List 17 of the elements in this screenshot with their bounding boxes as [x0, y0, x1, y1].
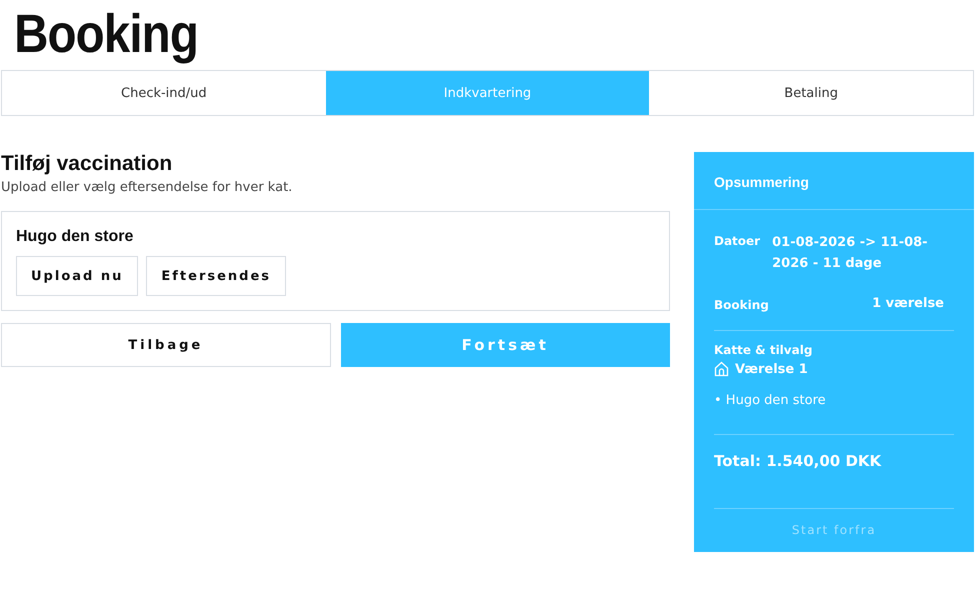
- booking-value: 1 værelse: [872, 296, 945, 312]
- cat-item: • Hugo den store: [714, 393, 827, 408]
- dates-label: Datoer: [714, 233, 760, 250]
- room-name: Værelse 1: [735, 362, 808, 376]
- option-button[interactable]: Eftersendes: [146, 256, 286, 296]
- house-icon: [714, 361, 729, 377]
- summary-title: Opsummering: [714, 174, 809, 190]
- section-description: Upload eller vælg eftersendelse for hver kat.: [1, 180, 294, 195]
- cat-name: Hugo den store: [16, 228, 134, 246]
- extras-label: Katte & tilvalg: [714, 343, 814, 357]
- page-title: Booking: [13, 3, 199, 66]
- section-title: Tilføj vaccination: [1, 152, 174, 176]
- back-button[interactable]: Tilbage: [1, 323, 330, 367]
- booking-label: Booking: [714, 297, 769, 312]
- total-price: Total: 1.540,00 DKK: [714, 452, 882, 470]
- dates-value: 01-08-2026 -> 11-08-2026 - 11 dage: [772, 234, 929, 273]
- option-button[interactable]: Upload nu: [16, 256, 138, 296]
